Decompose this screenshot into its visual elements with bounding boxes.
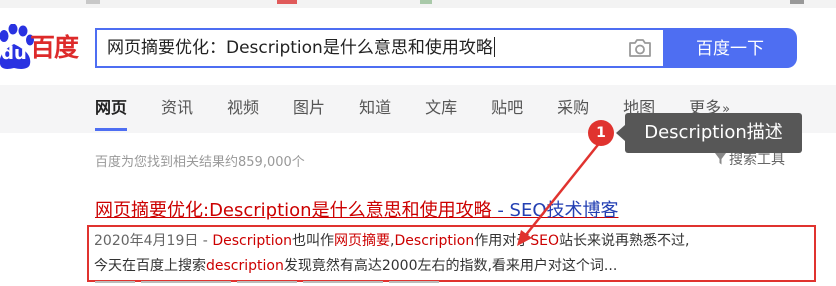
snippet-line: 今天在百度上搜索description发现竟然有高达2000左右的指数,看来用户… bbox=[94, 254, 810, 279]
tab-label: 资讯 bbox=[161, 98, 194, 117]
snippet-text: 站长来说再熟悉不过, bbox=[559, 233, 690, 249]
snippet-text: 今天在百度上搜索 bbox=[94, 258, 206, 274]
snippet-line: 2020年4月19日 - Description也叫作网页摘要,Descript… bbox=[94, 229, 810, 254]
text-caret bbox=[493, 37, 495, 57]
tab-label: 贴吧 bbox=[491, 98, 524, 117]
tab-wenku[interactable]: 文库 bbox=[425, 85, 457, 133]
snippet-text: 也叫作 bbox=[292, 233, 335, 249]
result-title-site: - SEO技术博客 bbox=[491, 200, 619, 221]
tab-news[interactable]: 资讯 bbox=[161, 85, 193, 133]
tab-label: 知道 bbox=[359, 98, 392, 117]
camera-icon[interactable] bbox=[627, 36, 653, 60]
highlighted-keyword: 网页摘要 bbox=[334, 233, 391, 249]
search-query-text: 网页摘要优化：Description是什么意思和使用攻略 bbox=[107, 38, 493, 58]
search-input[interactable]: 网页摘要优化：Description是什么意思和使用攻略 bbox=[107, 30, 622, 66]
search-tools-label: 搜索工具 bbox=[729, 152, 785, 168]
tab-web[interactable]: 网页 bbox=[95, 85, 128, 133]
funnel-icon bbox=[715, 153, 726, 165]
tab-images[interactable]: 图片 bbox=[293, 85, 325, 133]
baidu-logo[interactable]: du 百度 bbox=[0, 24, 88, 70]
logo-brand-text: 百度 bbox=[30, 33, 79, 62]
tab-label: 文库 bbox=[425, 98, 458, 117]
date-separator: - bbox=[198, 233, 213, 249]
bookmark-mark bbox=[420, 0, 432, 4]
logo-du-text: du bbox=[1, 43, 27, 64]
tab-label: 采购 bbox=[557, 98, 590, 117]
result-snippet: 2020年4月19日 - Description也叫作网页摘要,Descript… bbox=[94, 229, 810, 279]
result-date: 2020年4月19日 bbox=[94, 233, 199, 249]
annotation-number-badge: 1 bbox=[588, 120, 614, 146]
result-title-main: 网页摘要优化:Description是什么意思和使用攻略 bbox=[95, 200, 492, 221]
tab-purchase[interactable]: 采购 bbox=[557, 85, 589, 133]
snippet-text: 发现竟然有高达2000左右的指数,看来用户对这个词... bbox=[283, 258, 618, 274]
search-box: 网页摘要优化：Description是什么意思和使用攻略 bbox=[95, 28, 663, 68]
snippet-text: 作用对于 bbox=[474, 233, 531, 249]
browser-bookmarks-strip bbox=[0, 0, 836, 8]
bookmark-mark bbox=[277, 0, 297, 4]
tab-zhidao[interactable]: 知道 bbox=[359, 85, 391, 133]
tab-label: 图片 bbox=[293, 98, 326, 117]
bookmark-mark bbox=[790, 0, 804, 4]
next-result-cutoff bbox=[95, 281, 475, 286]
search-button[interactable]: 百度一下 bbox=[663, 28, 797, 68]
tab-label: 网页 bbox=[95, 98, 128, 117]
bookmark-mark bbox=[86, 0, 100, 4]
tab-label: 视频 bbox=[227, 98, 260, 117]
highlighted-keyword: description bbox=[206, 258, 284, 274]
highlighted-keyword: Description bbox=[394, 233, 475, 249]
tab-tieba[interactable]: 贴吧 bbox=[491, 85, 523, 133]
highlighted-keyword: SEO bbox=[530, 233, 559, 249]
tab-video[interactable]: 视频 bbox=[227, 85, 259, 133]
result-title-link[interactable]: 网页摘要优化:Description是什么意思和使用攻略 - SEO技术博客 bbox=[95, 196, 619, 222]
result-stats: 百度为您找到相关结果约859,000个 bbox=[95, 155, 305, 170]
highlighted-keyword: Description bbox=[212, 233, 293, 249]
annotation-callout: Description描述 bbox=[616, 113, 802, 153]
